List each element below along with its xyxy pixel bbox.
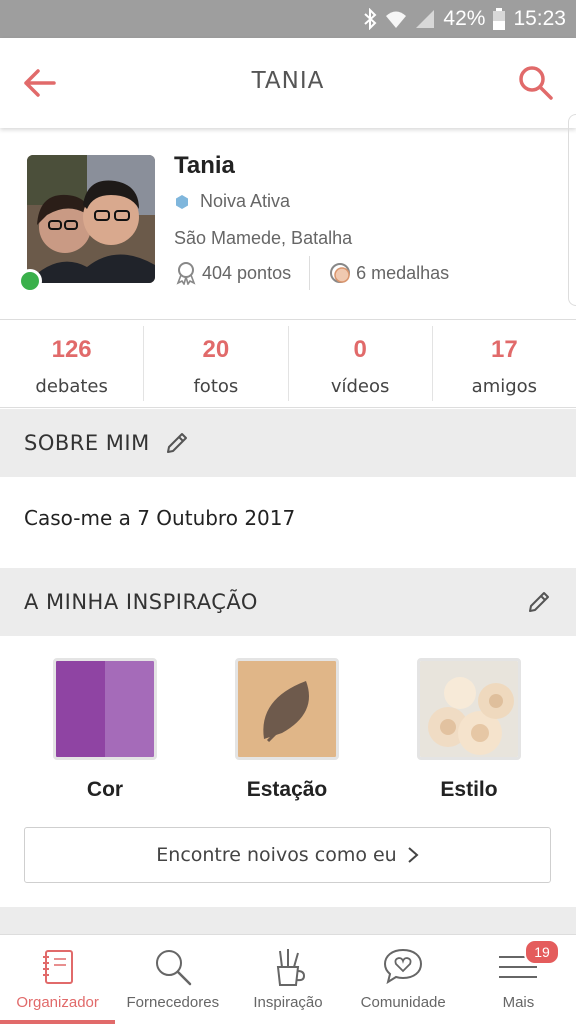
award-icon	[176, 262, 196, 285]
about-text: Caso-me a 7 Outubro 2017	[24, 506, 296, 530]
inspiration-label: Estação	[246, 778, 328, 801]
about-section-header: SOBRE MIM	[0, 409, 576, 477]
medal-icon	[330, 263, 351, 283]
page-title: TANIA	[251, 68, 325, 94]
inspiration-color[interactable]: Cor	[53, 658, 157, 802]
nav-suppliers[interactable]: Fornecedores	[115, 935, 230, 1024]
find-similar-couples-button[interactable]: Encontre noivos como eu	[24, 827, 551, 883]
notebook-icon	[42, 950, 73, 984]
chat-heart-icon	[384, 948, 423, 985]
app-bar: TANIA	[0, 38, 576, 128]
counter-value: 17	[491, 336, 518, 363]
hexagon-icon	[176, 194, 188, 209]
profile-counters: 126 debates 20 fotos 0 vídeos 17 amigos	[0, 320, 576, 408]
clock: 15:23	[513, 7, 566, 30]
status-icons: 42% 15:23	[363, 0, 566, 38]
inspiration-grid: Cor Estação Estilo	[0, 658, 576, 808]
nav-more[interactable]: 19 Mais	[461, 935, 576, 1024]
divider	[309, 256, 311, 290]
wifi-icon	[385, 9, 407, 29]
counter-label: amigos	[471, 376, 538, 397]
brushes-cup-icon	[276, 949, 306, 986]
profile-role: Noiva Ativa	[174, 191, 290, 212]
points-item[interactable]: 404 pontos	[174, 261, 291, 285]
side-panel-edge[interactable]	[568, 114, 576, 306]
signal-icon	[415, 9, 435, 29]
edit-pencil-icon[interactable]	[526, 589, 552, 615]
counter-label: vídeos	[330, 376, 390, 397]
profile-card: Tania Noiva Ativa São Mamede, Batalha 40…	[0, 114, 576, 320]
counter-friends[interactable]: 17 amigos	[433, 326, 576, 401]
profile-name: Tania	[174, 152, 235, 179]
status-bar: 42% 15:23	[0, 0, 576, 38]
online-status-indicator	[18, 269, 42, 293]
style-image	[417, 658, 521, 760]
battery-percentage: 42%	[443, 7, 486, 30]
points-label: 404 pontos	[202, 262, 292, 283]
next-section-header-partial	[0, 907, 576, 937]
color-swatch	[53, 658, 157, 760]
medals-item[interactable]: 6 medalhas	[328, 261, 449, 285]
counter-label: fotos	[193, 376, 239, 397]
bottom-navigation: Organizador Fornecedores Inspiração Comu…	[0, 934, 576, 1024]
nav-label: Fornecedores	[126, 994, 220, 1011]
nav-inspiration[interactable]: Inspiração	[230, 935, 345, 1024]
chevron-right-icon	[408, 847, 419, 863]
counter-debates[interactable]: 126 debates	[0, 326, 145, 401]
counter-value: 0	[353, 336, 367, 363]
season-image	[235, 658, 339, 760]
profile-location: São Mamede, Batalha	[174, 228, 353, 248]
inspiration-season[interactable]: Estação	[235, 658, 339, 802]
notification-badge: 19	[524, 939, 561, 965]
inspiration-label: Estilo	[440, 778, 498, 801]
search-icon	[155, 950, 192, 986]
counter-videos[interactable]: 0 vídeos	[289, 326, 433, 401]
avatar[interactable]	[27, 155, 155, 283]
nav-community[interactable]: Comunidade	[346, 935, 461, 1024]
inspiration-label: Cor	[86, 778, 124, 801]
inspiration-section-header: A MINHA INSPIRAÇÃO	[0, 568, 576, 636]
bluetooth-icon	[363, 8, 377, 30]
battery-icon	[493, 8, 506, 30]
nav-label: Inspiração	[253, 994, 323, 1011]
counter-label: debates	[35, 376, 108, 397]
inspiration-title: A MINHA INSPIRAÇÃO	[24, 590, 258, 614]
about-title: SOBRE MIM	[24, 431, 150, 455]
counter-value: 20	[202, 336, 230, 363]
counter-photos[interactable]: 20 fotos	[144, 326, 289, 401]
nav-organizer[interactable]: Organizador	[0, 935, 116, 1024]
counter-value: 126	[51, 336, 92, 363]
search-icon[interactable]	[516, 63, 556, 103]
profile-achievements: 404 pontos 6 medalhas	[174, 256, 449, 290]
medals-label: 6 medalhas	[356, 262, 450, 283]
profile-role-label: Noiva Ativa	[200, 191, 291, 211]
find-button-label: Encontre noivos como eu	[156, 844, 397, 866]
edit-pencil-icon[interactable]	[164, 430, 190, 456]
inspiration-style[interactable]: Estilo	[417, 658, 521, 802]
nav-label: Comunidade	[360, 994, 446, 1011]
nav-label: Organizador	[16, 994, 99, 1011]
nav-label: Mais	[502, 994, 535, 1011]
